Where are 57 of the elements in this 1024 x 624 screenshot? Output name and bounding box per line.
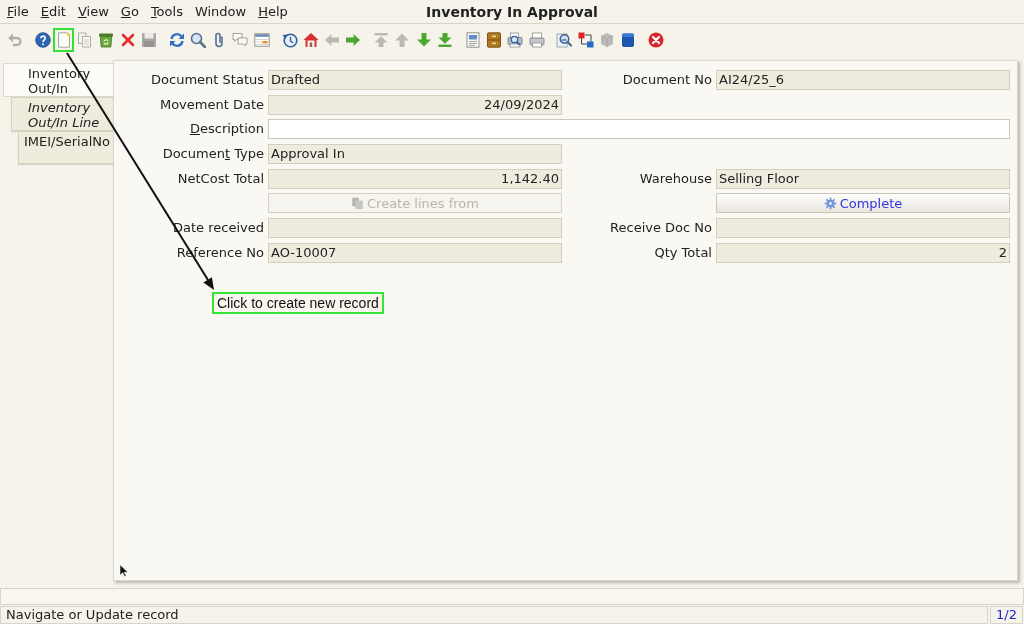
field-label: Document Type	[162, 146, 264, 162]
history-icon[interactable]	[281, 31, 298, 48]
field-label: Description	[189, 121, 264, 137]
text-field[interactable]: AO-10007	[268, 242, 562, 263]
field-label: Document No	[622, 72, 712, 87]
workflow-icon[interactable]	[577, 31, 594, 48]
menu-item[interactable]: Go	[120, 4, 139, 19]
field-label: Qty Total	[654, 244, 712, 260]
callout-label: Click to create new record	[212, 292, 384, 314]
mouse-pointer-icon	[119, 564, 128, 577]
search-icon[interactable]	[189, 31, 206, 48]
text-field[interactable]	[268, 218, 562, 239]
menu-item[interactable]: Help	[258, 4, 288, 19]
menu-item[interactable]: File	[7, 4, 29, 19]
record-count: 1/2	[990, 606, 1023, 624]
menu-item[interactable]: Window	[194, 4, 247, 19]
tab[interactable]: Inventory Out/In Line	[11, 97, 113, 131]
text-field[interactable]: Selling Floor	[716, 168, 1010, 189]
recycle-bin-icon[interactable]	[98, 31, 115, 48]
arrow-down-icon[interactable]	[415, 31, 432, 48]
status-message: Navigate or Update record	[0, 606, 988, 624]
text-field[interactable]: 24/09/2024	[268, 94, 562, 115]
field-label: Document Status	[151, 72, 264, 87]
text-field[interactable]	[716, 218, 1010, 239]
window-title: Inventory In Approval	[426, 3, 598, 20]
text-field[interactable]: AI24/25_6	[716, 70, 1010, 90]
table-icon[interactable]	[253, 31, 270, 48]
text-field[interactable]: Drafted	[268, 70, 562, 90]
field-label: NetCost Total	[177, 170, 264, 186]
chat-icon[interactable]	[232, 31, 249, 48]
refresh-icon[interactable]	[168, 31, 185, 48]
report-icon[interactable]	[464, 31, 481, 48]
gear-icon	[823, 196, 837, 210]
text-field[interactable]: Approval In	[268, 144, 562, 165]
complete-button[interactable]: Complete	[716, 193, 1010, 214]
field-label: Receive Doc No	[610, 220, 712, 236]
printer-icon[interactable]	[528, 31, 545, 48]
field-label: Warehouse	[639, 170, 712, 186]
copy-icon	[351, 196, 364, 210]
home-icon[interactable]	[302, 31, 319, 48]
menu-item[interactable]: Edit	[40, 4, 66, 19]
close-icon[interactable]	[648, 31, 665, 48]
menu-item[interactable]: Tools	[150, 4, 183, 19]
arrow-bottom-icon[interactable]	[436, 31, 453, 48]
text-field[interactable]: 1,142.40	[268, 168, 562, 189]
copy-icon[interactable]	[77, 31, 93, 48]
zoom-icon[interactable]	[556, 31, 573, 48]
cabinet-icon[interactable]	[486, 31, 503, 48]
text-field[interactable]: 2	[716, 242, 1010, 263]
tab[interactable]: IMEI/SerialNo	[18, 131, 113, 164]
text-field[interactable]	[268, 119, 1010, 140]
field-label: Movement Date	[159, 96, 264, 112]
help-icon[interactable]	[34, 31, 51, 48]
notebook-icon[interactable]	[620, 31, 637, 48]
delete-icon[interactable]	[119, 31, 136, 48]
print-preview-icon[interactable]	[507, 31, 524, 48]
menu-item[interactable]: View	[77, 4, 109, 19]
